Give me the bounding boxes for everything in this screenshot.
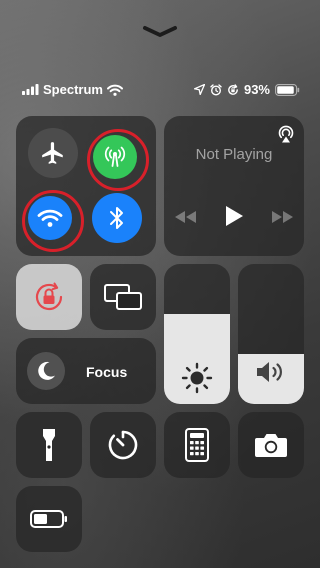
- focus-label: Focus: [86, 364, 128, 380]
- sun-icon: [181, 362, 213, 394]
- moon-icon: [38, 361, 55, 380]
- low-power-mode-button[interactable]: [16, 486, 82, 552]
- brightness-slider[interactable]: [164, 264, 230, 404]
- fast-forward-icon[interactable]: [270, 210, 294, 224]
- battery-icon: [275, 83, 300, 96]
- play-icon[interactable]: [224, 205, 244, 227]
- connectivity-module: [16, 116, 156, 256]
- alarm-icon: [210, 83, 222, 96]
- now-playing-module[interactable]: Not Playing: [164, 116, 304, 256]
- wifi-icon: [37, 209, 63, 227]
- bluetooth-icon: [110, 207, 123, 229]
- volume-slider[interactable]: [238, 264, 304, 404]
- timer-icon: [108, 430, 138, 460]
- flashlight-icon: [43, 429, 55, 461]
- location-arrow-icon: [193, 84, 205, 95]
- focus-moon-circle: [27, 352, 65, 390]
- chevron-down-icon[interactable]: [142, 24, 178, 38]
- speaker-icon: [257, 362, 282, 382]
- flashlight-button[interactable]: [16, 412, 82, 478]
- airplay-icon[interactable]: [276, 124, 296, 144]
- carrier-name: Spectrum: [43, 82, 103, 97]
- status-bar: Spectrum 93%: [0, 80, 320, 100]
- cellular-data-button[interactable]: [93, 135, 137, 179]
- screen-mirroring-button[interactable]: [90, 264, 156, 330]
- camera-button[interactable]: [238, 412, 304, 478]
- timer-button[interactable]: [90, 412, 156, 478]
- now-playing-title: Not Playing: [195, 146, 273, 163]
- wifi-button[interactable]: [28, 196, 72, 240]
- calculator-button[interactable]: [164, 412, 230, 478]
- signal-bars-icon: [22, 84, 39, 95]
- wifi-status-icon: [106, 84, 123, 96]
- rewind-icon[interactable]: [174, 210, 198, 224]
- orientation-lock-button[interactable]: [16, 264, 82, 330]
- screen-mirroring-icon: [104, 284, 142, 310]
- airplane-icon: [42, 142, 63, 164]
- airplane-mode-button[interactable]: [28, 128, 78, 178]
- cellular-antenna-icon: [104, 146, 126, 167]
- rotation-lock-icon: [35, 282, 63, 311]
- bluetooth-button[interactable]: [92, 193, 142, 243]
- focus-button[interactable]: Focus: [16, 338, 156, 404]
- calculator-icon: [185, 428, 209, 462]
- battery-percentage: 93%: [243, 82, 270, 97]
- camera-icon: [255, 434, 287, 457]
- low-power-battery-icon: [30, 510, 67, 528]
- orientation-lock-status-icon: [228, 83, 238, 95]
